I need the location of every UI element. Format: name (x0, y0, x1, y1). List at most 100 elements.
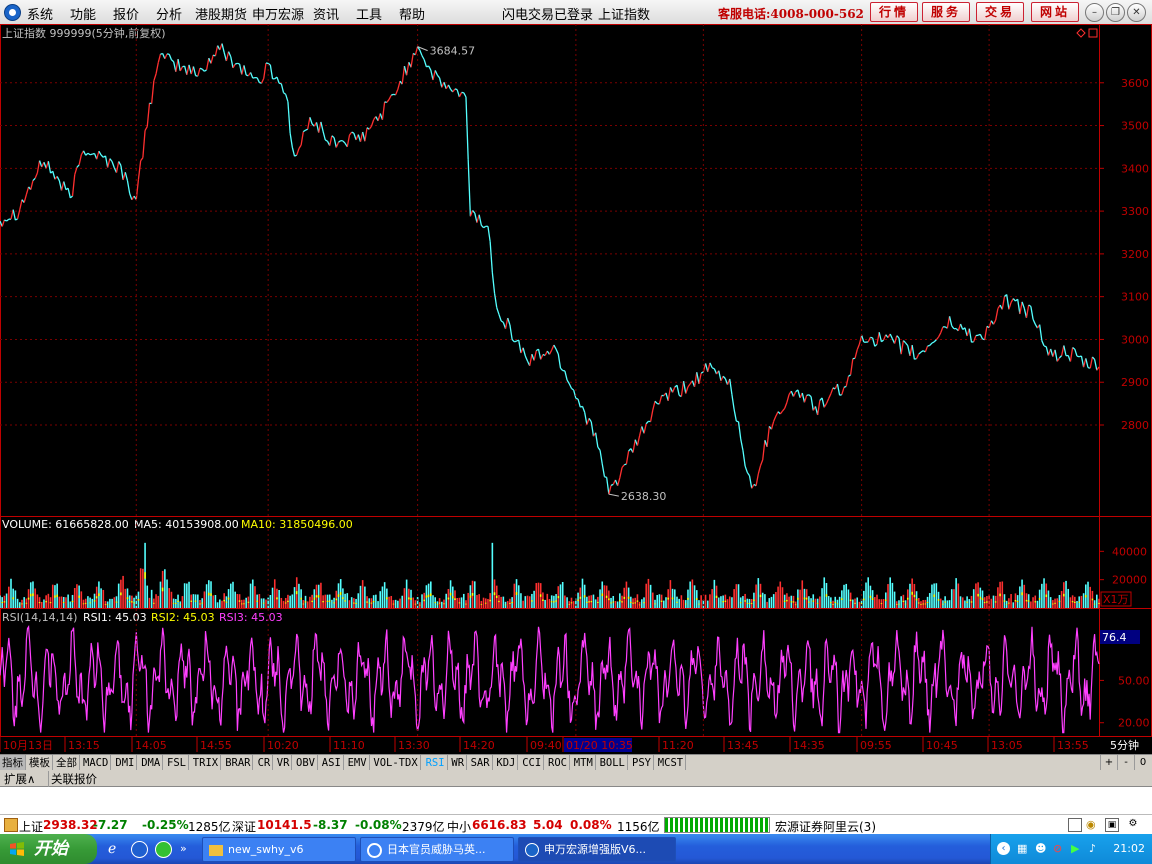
price-tick-label: 3500 (1121, 120, 1149, 133)
tab-nav-zero[interactable]: 0 (1134, 755, 1151, 771)
price-segment (291, 147, 296, 157)
tab-nav-plus[interactable]: + (1100, 755, 1117, 771)
menu-system[interactable]: 系统 (27, 4, 53, 23)
ie-icon[interactable]: ℯ (108, 841, 116, 857)
price-segment (410, 53, 414, 68)
tab-roc[interactable]: ROC (546, 755, 570, 771)
price-segment (100, 154, 104, 158)
tray-collapse-icon[interactable]: ‹ (997, 842, 1010, 855)
task-window-3[interactable]: 申万宏源增强版V6... (518, 837, 676, 862)
tab-voltdx[interactable]: VOL-TDX (371, 755, 421, 771)
price-segment (126, 180, 131, 194)
price-segment (773, 415, 777, 422)
btn-service[interactable]: 服务 (922, 2, 970, 22)
x-tick-label: 09:55 (860, 739, 892, 752)
menu-analysis[interactable]: 分析 (156, 4, 182, 23)
menu-help[interactable]: 帮助 (399, 4, 425, 23)
tab-psy[interactable]: PSY (630, 755, 654, 771)
quicklaunch-more-icon[interactable]: » (180, 842, 187, 855)
price-segment (391, 93, 394, 96)
price-tick-label: 3400 (1121, 162, 1149, 175)
price-segment (283, 92, 287, 95)
price-segment (252, 76, 256, 79)
x-tick-label: 14:55 (200, 739, 232, 752)
app-icon[interactable] (155, 841, 172, 858)
price-segment (533, 350, 537, 361)
menu-function[interactable]: 功能 (70, 4, 96, 23)
tab-obv[interactable]: OBV (294, 755, 318, 771)
tab-dma[interactable]: DMA (139, 755, 164, 771)
tab-macd[interactable]: MACD (81, 755, 112, 771)
menu-quote[interactable]: 报价 (113, 4, 139, 23)
price-segment (243, 65, 247, 76)
price-segment (995, 308, 999, 321)
tab-sar[interactable]: SAR (469, 755, 493, 771)
price-segment (757, 465, 762, 475)
minimize-icon[interactable]: – (1085, 3, 1104, 22)
tab-emv[interactable]: EMV (346, 755, 370, 771)
start-button[interactable]: 开始 (0, 834, 97, 864)
tab-all[interactable]: 全部 (54, 755, 80, 771)
price-segment (509, 324, 513, 340)
price-segment (342, 140, 346, 144)
tab-cci[interactable]: CCI (520, 755, 545, 771)
menu-hk-futures[interactable]: 港股期货 (195, 4, 247, 23)
tab-mcst[interactable]: MCST (656, 755, 687, 771)
alert-icon[interactable] (4, 818, 18, 832)
tab-brar[interactable]: BRAR (223, 755, 254, 771)
btn-market[interactable]: 行情 (870, 2, 918, 22)
tab-rsi[interactable]: RSI (424, 755, 448, 771)
tray-app-icon[interactable]: ▶ (1071, 842, 1079, 855)
menu-info[interactable]: 资讯 (313, 4, 339, 23)
menu-swhy[interactable]: 申万宏源 (252, 4, 304, 23)
tab-trix[interactable]: TRIX (191, 755, 222, 771)
restore-icon[interactable]: ❐ (1106, 3, 1125, 22)
tab-boll[interactable]: BOLL (598, 755, 628, 771)
price-segment (951, 325, 955, 330)
price-segment (1, 219, 6, 227)
related-quote-tab[interactable]: 关联报价 (48, 771, 97, 787)
menu-tools[interactable]: 工具 (356, 4, 382, 23)
price-segment (115, 161, 120, 173)
tab-vr[interactable]: VR (275, 755, 293, 771)
close-icon[interactable]: ✕ (1127, 3, 1146, 22)
btn-website[interactable]: 网站 (1031, 2, 1079, 22)
layout-icon[interactable] (1068, 818, 1082, 832)
task-window-1[interactable]: new_swhy_v6 (202, 837, 356, 862)
browser-icon[interactable] (131, 841, 148, 858)
tab-wr[interactable]: WR (449, 755, 468, 771)
tab-dmi[interactable]: DMI (113, 755, 138, 771)
tab-kdj[interactable]: KDJ (494, 755, 519, 771)
price-segment (333, 137, 337, 148)
expand-tab[interactable]: 扩展∧ (4, 771, 35, 787)
price-segment (524, 355, 529, 362)
tray-security-icon[interactable]: ⊘ (1053, 842, 1062, 855)
tab-cr[interactable]: CR (256, 755, 274, 771)
price-segment (911, 344, 916, 360)
task-window-2[interactable]: 日本官员威胁马英... (360, 837, 514, 862)
tray-volume-icon[interactable]: ♪ (1089, 842, 1096, 855)
price-segment (364, 127, 368, 142)
tray-network-icon[interactable]: ▦ (1017, 842, 1027, 855)
price-segment (256, 77, 260, 83)
settings-icon[interactable]: ⚙ (1127, 818, 1139, 830)
btn-trade[interactable]: 交易 (976, 2, 1024, 22)
tab-indicator[interactable]: 指标 (0, 755, 26, 771)
price-segment (755, 473, 759, 486)
tab-mtm[interactable]: MTM (572, 755, 596, 771)
x-tick-label: 11:10 (333, 739, 365, 752)
price-segment (843, 385, 847, 388)
price-segment (775, 411, 779, 417)
price-segment (85, 152, 89, 156)
price-tick-label: 3300 (1121, 205, 1149, 218)
server-name: 宏源证券阿里云(3) (775, 820, 876, 834)
price-segment (164, 53, 168, 60)
price-segment (465, 97, 469, 160)
tab-template[interactable]: 模板 (27, 755, 53, 771)
price-segment (940, 326, 944, 334)
tray-penguin-icon[interactable]: ☻ (1035, 842, 1046, 855)
lock-icon[interactable]: ▣ (1105, 818, 1119, 832)
tab-asi[interactable]: ASI (320, 755, 344, 771)
tab-nav-minus[interactable]: - (1117, 755, 1134, 771)
tab-fsl[interactable]: FSL (165, 755, 189, 771)
